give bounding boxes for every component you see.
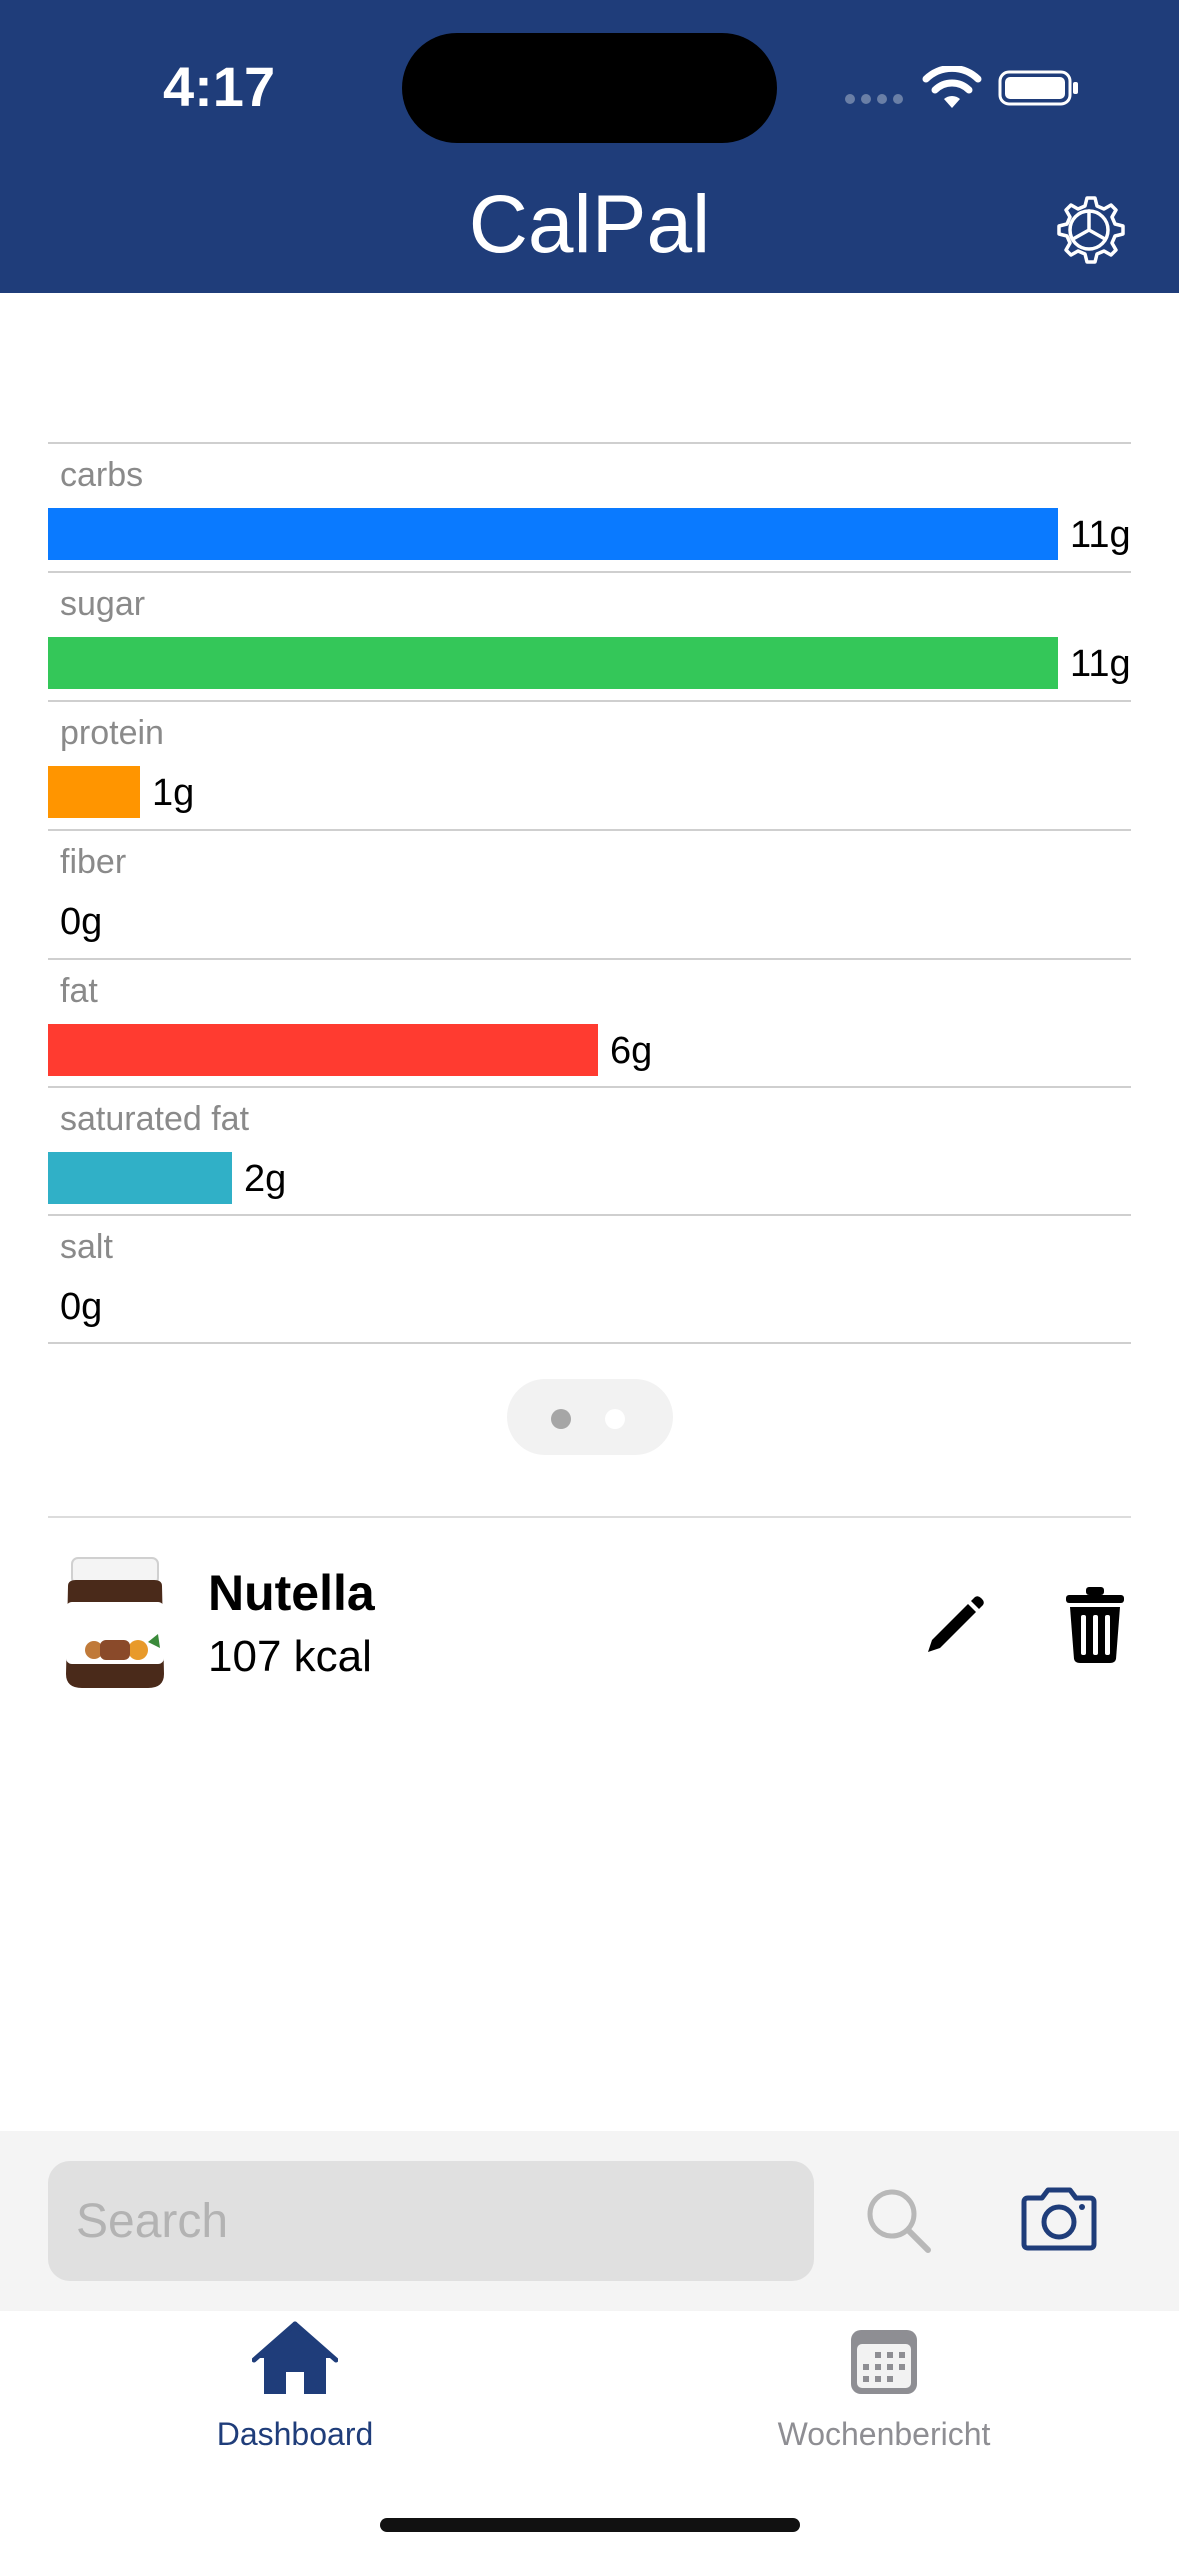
nutrient-row-fat: fat 6g [48,958,1131,1076]
tab-dashboard[interactable]: Dashboard [135,2320,455,2460]
nutrient-label: saturated fat [60,1100,250,1138]
tab-label: Wochenbericht [777,2416,991,2452]
settings-gear-icon[interactable] [1053,194,1125,266]
cellular-signal-icon [845,94,905,106]
nutrient-bar [48,766,140,818]
nutrient-value: 11g [1070,643,1131,685]
search-input[interactable] [48,2161,814,2281]
battery-icon [998,70,1078,106]
tab-wochenbericht[interactable]: Wochenbericht [724,2320,1044,2460]
nutrient-value: 0g [60,901,103,943]
food-calories: 107 kcal [208,1632,372,1681]
nutrient-bar [48,508,1058,560]
home-indicator [380,2518,800,2532]
nutrient-label: fat [60,972,98,1010]
nutrient-row-carbs: carbs 11g [48,442,1131,560]
nutrient-bar [48,637,1058,689]
nutrient-row-saturated-fat: saturated fat 2g [48,1086,1131,1204]
nutrient-bar [48,1024,598,1076]
nutrient-label: carbs [60,456,144,494]
nutrient-value: 11g [1070,514,1131,556]
wifi-icon [922,66,982,108]
nutrient-bar [48,1152,232,1204]
nutrient-row-sugar: sugar 11g [48,571,1131,689]
divider [48,1516,1131,1518]
pencil-icon[interactable] [918,1592,988,1662]
nutrient-row-salt: salt 0g [48,1214,1131,1328]
page-indicator[interactable] [507,1379,673,1455]
nutrient-row-fiber: fiber 0g [48,829,1131,943]
dynamic-island [402,33,777,143]
tab-label: Dashboard [216,2416,374,2452]
nutrient-row-protein: protein 1g [48,700,1131,818]
calendar-icon [851,2330,917,2394]
nutrient-value: 2g [244,1158,287,1200]
nutrient-label: fiber [60,843,127,881]
page-dot[interactable] [605,1409,625,1429]
camera-icon[interactable] [1018,2186,1100,2252]
nutrient-value: 0g [60,1286,103,1328]
page-title: CalPal [468,179,711,270]
nutrient-value: 6g [610,1030,653,1072]
food-name: Nutella [208,1565,375,1621]
trash-icon[interactable] [1060,1585,1130,1665]
nutella-jar-icon [66,1557,164,1688]
status-time: 4:17 [163,55,276,118]
nutrient-label: salt [60,1228,113,1266]
house-icon [252,2321,338,2394]
nutrient-label: sugar [60,585,146,623]
page-dot-active[interactable] [551,1409,571,1429]
nutrient-label: protein [60,714,164,752]
magnifier-icon[interactable] [864,2186,934,2256]
divider [48,1342,1131,1344]
app-header: 4:17 CalPal [0,0,1179,293]
nutrient-value: 1g [152,772,195,814]
